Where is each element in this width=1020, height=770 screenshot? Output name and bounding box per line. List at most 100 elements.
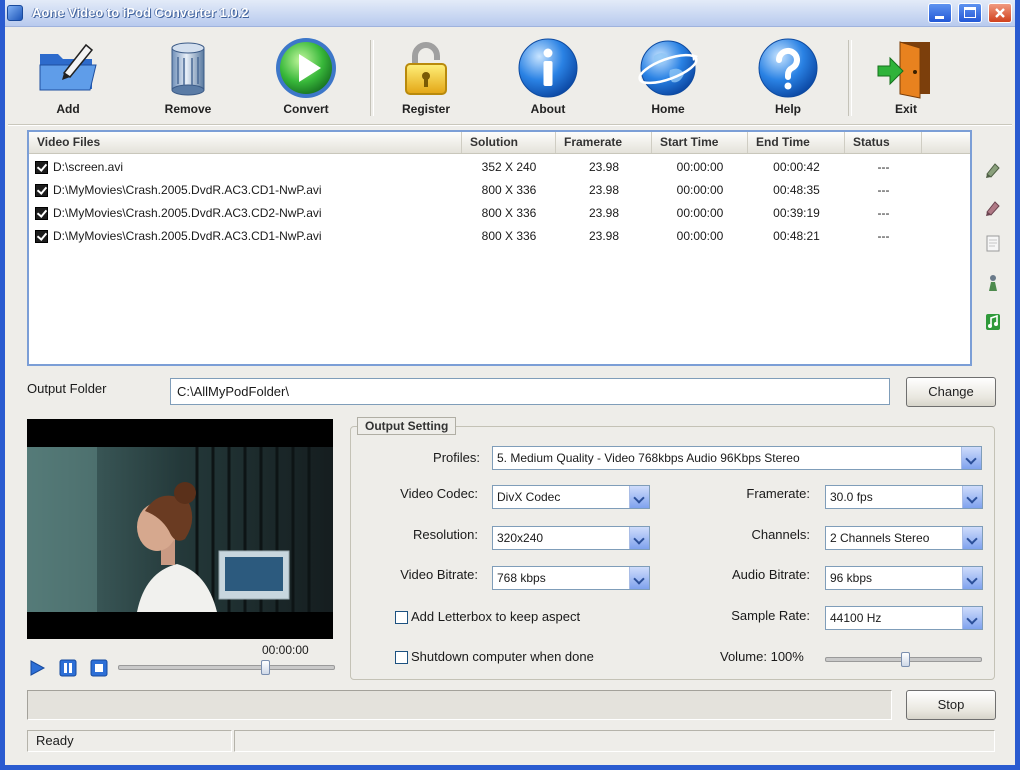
conversion-progress-bar <box>27 690 892 720</box>
exit-button[interactable]: Exit <box>851 32 961 122</box>
home-button[interactable]: Home <box>613 32 723 122</box>
row-checkbox[interactable] <box>35 161 48 174</box>
resolution-select[interactable]: 320x240 <box>492 526 650 550</box>
audio-bitrate-select[interactable]: 96 kbps <box>825 566 983 590</box>
table-row[interactable]: D:\MyMovies\Crash.2005.DvdR.AC3.CD1-NwP.… <box>29 225 970 248</box>
column-header-framerate[interactable]: Framerate <box>556 132 652 153</box>
profiles-value: 5. Medium Quality - Video 768kbps Audio … <box>497 451 800 465</box>
chevron-down-icon[interactable] <box>962 607 982 629</box>
close-button[interactable] <box>988 3 1012 23</box>
column-header-video-files[interactable]: Video Files <box>29 132 462 153</box>
chevron-down-icon[interactable] <box>961 447 981 469</box>
column-header-end-time[interactable]: End Time <box>748 132 845 153</box>
file-path: D:\screen.avi <box>53 160 124 174</box>
change-folder-button[interactable]: Change <box>906 377 996 407</box>
list-header: Video Files Solution Framerate Start Tim… <box>29 132 970 154</box>
help-label: Help <box>774 102 801 116</box>
maximize-button[interactable] <box>958 3 982 23</box>
about-label: About <box>530 102 566 116</box>
row-checkbox[interactable] <box>35 230 48 243</box>
title-bar[interactable]: Aone Video to iPod Converter 1.0.2 <box>0 0 1020 27</box>
remove-button[interactable]: Remove <box>133 32 243 122</box>
status-text: Ready <box>27 730 232 752</box>
chevron-down-icon[interactable] <box>629 527 649 549</box>
stop-button[interactable]: Stop <box>906 690 996 720</box>
chevron-down-icon[interactable] <box>962 486 982 508</box>
file-path: D:\MyMovies\Crash.2005.DvdR.AC3.CD1-NwP.… <box>53 183 322 197</box>
sample-rate-label: Sample Rate: <box>731 608 810 623</box>
resolution-label: Resolution: <box>412 527 478 542</box>
add-folder-icon <box>39 43 97 91</box>
letterbox-checkbox[interactable] <box>395 611 408 624</box>
move-up-icon[interactable] <box>983 160 1003 180</box>
table-row[interactable]: D:\MyMovies\Crash.2005.DvdR.AC3.CD2-NwP.… <box>29 202 970 225</box>
channels-label: Channels: <box>751 527 810 542</box>
register-button[interactable]: Register <box>371 32 481 122</box>
help-icon <box>758 38 818 98</box>
start-time-cell: 00:00:00 <box>676 183 724 197</box>
row-checkbox[interactable] <box>35 207 48 220</box>
person-icon[interactable] <box>983 273 1003 293</box>
shutdown-checkbox[interactable] <box>395 651 408 664</box>
audio-bitrate-label: Audio Bitrate: <box>731 567 810 582</box>
shutdown-label[interactable]: Shutdown computer when done <box>411 649 594 664</box>
framerate-cell: 23.98 <box>588 160 620 174</box>
end-time-cell: 00:48:35 <box>773 183 820 197</box>
video-file-list[interactable]: Video Files Solution Framerate Start Tim… <box>27 130 972 366</box>
table-row[interactable]: D:\screen.avi 352 X 240 23.98 00:00:00 0… <box>29 156 970 179</box>
seek-slider-thumb[interactable] <box>261 660 271 675</box>
video-codec-value: DivX Codec <box>497 490 561 504</box>
chevron-down-icon[interactable] <box>629 567 649 589</box>
volume-slider[interactable] <box>825 652 982 667</box>
video-codec-select[interactable]: DivX Codec <box>492 485 650 509</box>
output-folder-input[interactable]: C:\AllMyPodFolder\ <box>170 378 890 405</box>
add-button[interactable]: Add <box>13 32 123 122</box>
column-header-solution[interactable]: Solution <box>462 132 556 153</box>
framerate-select[interactable]: 30.0 fps <box>825 485 983 509</box>
start-time-cell: 00:00:00 <box>676 206 724 220</box>
sample-rate-value: 44100 Hz <box>830 611 882 625</box>
sample-rate-select[interactable]: 44100 Hz <box>825 606 983 630</box>
profiles-select[interactable]: 5. Medium Quality - Video 768kbps Audio … <box>492 446 982 470</box>
solution-cell: 352 X 240 <box>481 160 537 174</box>
help-button[interactable]: Help <box>733 32 843 122</box>
status-cell: --- <box>877 206 890 220</box>
framerate-cell: 23.98 <box>588 183 620 197</box>
video-codec-label: Video Codec: <box>400 486 478 501</box>
remove-icon <box>171 42 205 96</box>
framerate-label: Framerate: <box>746 486 810 501</box>
about-button[interactable]: About <box>493 32 603 122</box>
channels-select[interactable]: 2 Channels Stereo <box>825 526 983 550</box>
table-row[interactable]: D:\MyMovies\Crash.2005.DvdR.AC3.CD1-NwP.… <box>29 179 970 202</box>
volume-slider-thumb[interactable] <box>901 652 911 667</box>
music-note-icon[interactable] <box>983 312 1003 332</box>
play-icon[interactable] <box>28 659 46 677</box>
video-bitrate-value: 768 kbps <box>497 571 546 585</box>
solution-cell: 800 X 336 <box>481 229 537 243</box>
app-icon[interactable] <box>7 5 23 21</box>
clear-list-icon[interactable] <box>983 233 1003 253</box>
chevron-down-icon[interactable] <box>962 567 982 589</box>
stop-icon[interactable] <box>90 659 108 677</box>
video-bitrate-select[interactable]: 768 kbps <box>492 566 650 590</box>
file-path: D:\MyMovies\Crash.2005.DvdR.AC3.CD2-NwP.… <box>53 206 322 220</box>
volume-label: Volume: 100% <box>720 649 804 664</box>
framerate-cell: 23.98 <box>588 229 620 243</box>
output-setting-title: Output Setting <box>357 417 457 435</box>
pause-icon[interactable] <box>59 659 77 677</box>
row-checkbox[interactable] <box>35 184 48 197</box>
convert-button[interactable]: Convert <box>251 32 361 122</box>
column-header-start-time[interactable]: Start Time <box>652 132 748 153</box>
framerate-value: 30.0 fps <box>830 490 873 504</box>
seek-slider[interactable] <box>118 660 335 675</box>
letterbox-label[interactable]: Add Letterbox to keep aspect <box>411 609 580 624</box>
status-cell: --- <box>877 183 890 197</box>
column-header-status[interactable]: Status <box>845 132 922 153</box>
file-path: D:\MyMovies\Crash.2005.DvdR.AC3.CD1-NwP.… <box>53 229 322 243</box>
chevron-down-icon[interactable] <box>629 486 649 508</box>
chevron-down-icon[interactable] <box>962 527 982 549</box>
minimize-button[interactable] <box>928 3 952 23</box>
info-icon <box>518 38 578 98</box>
move-down-icon[interactable] <box>983 198 1003 218</box>
video-preview <box>27 419 333 639</box>
